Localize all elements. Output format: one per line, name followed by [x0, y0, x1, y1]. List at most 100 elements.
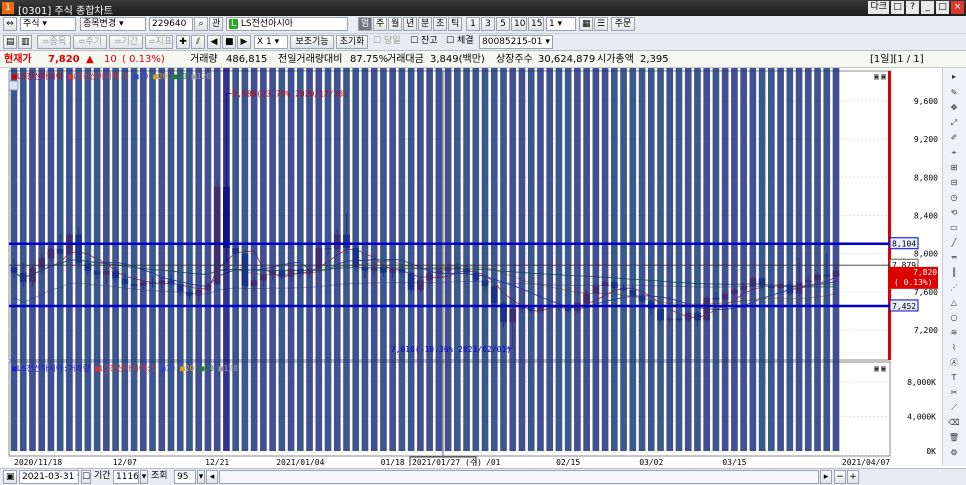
- title-bar: 1 [0301] 주식 종합차트 다크 □ ? _ □ ×: [0, 0, 966, 17]
- prev-icon[interactable]: ◀: [207, 35, 221, 49]
- interval-select[interactable]: 1 ▾: [546, 17, 576, 31]
- order-button[interactable]: 주문: [611, 17, 635, 31]
- checkbox-chegyul[interactable]: ☐ 체결: [444, 35, 478, 49]
- volume-bar: [241, 0, 249, 451]
- price-axis-label: 8,000: [914, 250, 938, 259]
- minute-btn-1[interactable]: 1: [466, 17, 480, 31]
- period-btn-second[interactable]: 초: [433, 17, 447, 31]
- tool-icon-19[interactable]: Ⓐ: [947, 356, 961, 369]
- minute-btn-3[interactable]: 3: [481, 17, 495, 31]
- list-icon[interactable]: ☰: [594, 17, 608, 31]
- quote-bar: 현재가 7,820 ▲ 10 ( 0.13%) 거래량 486,815 전일거래…: [0, 51, 966, 68]
- tool-icon-15[interactable]: △: [947, 296, 961, 309]
- search-icon[interactable]: ⌕: [194, 17, 208, 31]
- tool-icon-8[interactable]: ◷: [947, 191, 961, 204]
- stock-code-input[interactable]: 229640: [149, 17, 193, 31]
- tool-icon-10[interactable]: ▭: [947, 221, 961, 234]
- volume-panel-menu-icon[interactable]: ▣: [874, 364, 879, 373]
- period-btn-tick[interactable]: 틱: [448, 17, 462, 31]
- tool-icon-11[interactable]: ╱: [947, 236, 961, 249]
- account-select[interactable]: 80085215-01 ▾: [479, 35, 553, 49]
- minute-btn-5[interactable]: 5: [496, 17, 510, 31]
- tool-icon-17[interactable]: ≋: [947, 326, 961, 339]
- tool-icon-21[interactable]: ✂: [947, 386, 961, 399]
- period-btn-day[interactable]: 멈: [358, 17, 372, 31]
- display-count-input[interactable]: 95: [174, 470, 196, 484]
- scroll-right-icon[interactable]: ▸: [820, 470, 832, 484]
- collapse-icon[interactable]: ▸: [947, 70, 961, 83]
- tool-icon-22[interactable]: ⟋: [947, 401, 961, 414]
- aux-function-button[interactable]: 보조기능: [290, 35, 334, 49]
- minute-btn-15[interactable]: 15: [528, 17, 544, 31]
- volume-panel-close-icon[interactable]: ▣: [881, 364, 886, 373]
- panel-menu-icon[interactable]: ▣: [874, 72, 879, 81]
- period-spin-icon[interactable]: ▾: [140, 470, 148, 484]
- zoom-out-icon[interactable]: −: [834, 470, 846, 484]
- end-date-input[interactable]: 2021-03-31 ▾: [19, 470, 79, 484]
- display-spin-icon[interactable]: ▾: [197, 470, 205, 484]
- dark-mode-button[interactable]: 다크: [868, 1, 889, 14]
- tool-icon-25[interactable]: ⚙: [947, 446, 961, 459]
- crosshair-icon[interactable]: ✚: [176, 35, 190, 49]
- related-button[interactable]: 관: [209, 17, 223, 31]
- price-axis-label: 7,200: [914, 326, 938, 335]
- tool-icon-3[interactable]: ⤢: [947, 116, 961, 129]
- tool-icon-7[interactable]: ⊟: [947, 176, 961, 189]
- zoom-in-icon[interactable]: +: [847, 470, 859, 484]
- period-count-input[interactable]: 1116: [113, 470, 139, 484]
- checkbox-dangil[interactable]: ☐ 당일: [371, 35, 407, 49]
- market-select[interactable]: 주식 ▾: [20, 17, 76, 31]
- stock-change-select[interactable]: 종목변경 ▾: [80, 17, 146, 31]
- tool-icon-12[interactable]: ═: [947, 251, 961, 264]
- layout-icon[interactable]: ▤: [3, 35, 17, 49]
- chart-area[interactable]: ■LS전선아시아 ■LS전선아시아:5 ■10 ■20 ■60 ■120 ■LS…: [0, 0, 966, 468]
- next-icon[interactable]: ▶: [237, 35, 251, 49]
- tool-icon-6[interactable]: ⊞: [947, 161, 961, 174]
- chart-scrollbar[interactable]: [219, 470, 819, 484]
- prev-ratio-value: 87.75%: [350, 54, 389, 65]
- tool-icon-13[interactable]: ║: [947, 266, 961, 279]
- help-icon[interactable]: ?: [906, 1, 919, 14]
- grid-icon[interactable]: ▦: [579, 17, 593, 31]
- tool-icon-14[interactable]: ⋰: [947, 281, 961, 294]
- minimize-icon[interactable]: _: [921, 1, 934, 14]
- period-btn-minute[interactable]: 분: [418, 17, 432, 31]
- tool-icon-4[interactable]: ✐: [947, 131, 961, 144]
- tool-icon-20[interactable]: T: [947, 371, 961, 384]
- stock-name-field[interactable]: L LS전선아시아: [226, 17, 348, 31]
- maximize-icon[interactable]: □: [936, 1, 949, 14]
- range-toggle-button[interactable]: =기간: [109, 35, 143, 49]
- tool-icon-2[interactable]: ✥: [947, 101, 961, 114]
- stock-toggle-button[interactable]: =종목: [37, 35, 71, 49]
- chart-svg[interactable]: ■LS전선아시아 ■LS전선아시아:5 ■10 ■20 ■60 ■120 ■LS…: [0, 0, 942, 468]
- mcap-label: 시가총액: [597, 54, 634, 65]
- tool-icon-23[interactable]: ⌫: [947, 416, 961, 429]
- tool-icon-24[interactable]: 🗑: [947, 431, 961, 444]
- tool-icon-1[interactable]: ✎: [947, 86, 961, 99]
- close-icon[interactable]: ×: [951, 1, 964, 14]
- period-toggle-button[interactable]: =주기: [73, 35, 107, 49]
- volume-bar: [38, 0, 46, 451]
- reset-button[interactable]: 초기화: [336, 35, 368, 49]
- period-btn-year[interactable]: 년: [403, 17, 417, 31]
- period-btn-month[interactable]: 월: [388, 17, 402, 31]
- scroll-left-icon[interactable]: ◂: [206, 470, 218, 484]
- nav-arrows-icon[interactable]: ⇔: [3, 17, 17, 31]
- tool-icon-16[interactable]: ○: [947, 311, 961, 324]
- tool-icon-5[interactable]: ⌖: [947, 146, 961, 159]
- minute-btn-10[interactable]: 10: [511, 17, 527, 31]
- restore-icon[interactable]: □: [891, 1, 904, 14]
- sidebar-icon[interactable]: ▥: [18, 35, 32, 49]
- period-checkbox[interactable]: ☐: [81, 470, 91, 484]
- tool-icon-18[interactable]: ⌇: [947, 341, 961, 354]
- checkbox-jango[interactable]: ☐ 잔고: [408, 35, 444, 49]
- tool-icon-9[interactable]: ⟲: [947, 206, 961, 219]
- zoom-icon[interactable]: ⫽: [191, 35, 205, 49]
- period-btn-week[interactable]: 주: [373, 17, 387, 31]
- panel-close-icon[interactable]: ▣: [881, 72, 886, 81]
- calendar-icon[interactable]: ▣: [3, 470, 17, 484]
- panel-tag-icon[interactable]: [8, 80, 19, 91]
- scale-select[interactable]: X 1 ▾: [254, 35, 288, 49]
- indicator-toggle-button[interactable]: =지표: [145, 35, 173, 49]
- stop-icon[interactable]: ■: [222, 35, 236, 49]
